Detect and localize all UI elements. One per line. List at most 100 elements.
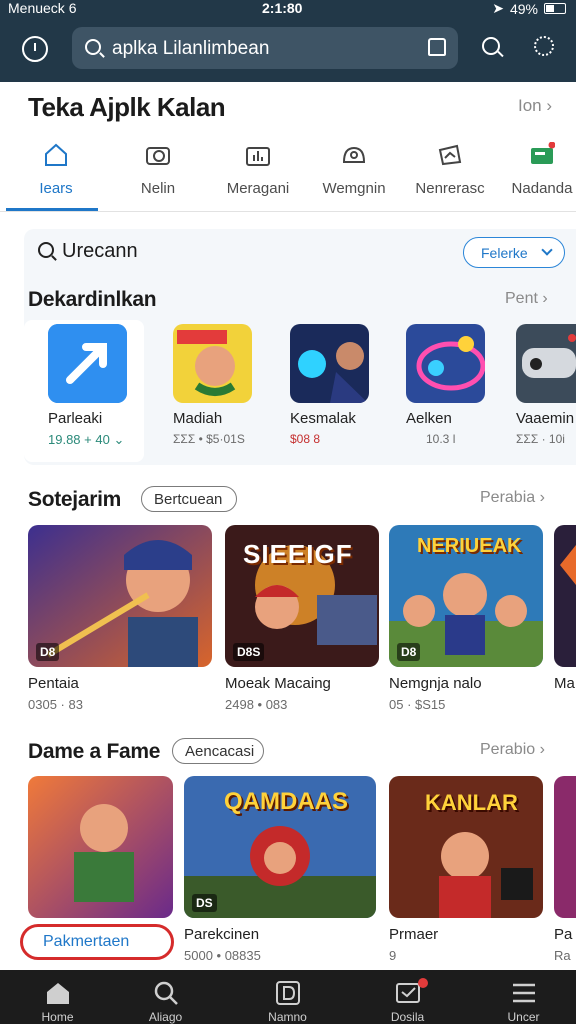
app-name: Parleaki	[48, 410, 103, 427]
app-name: Kesmalak	[290, 410, 356, 427]
section-more-link[interactable]: Perabio ›	[480, 741, 545, 759]
tab-camera[interactable]: Nelin	[110, 140, 206, 212]
app-icon-arrow[interactable]	[48, 324, 127, 403]
game-meta: 2498 • 083	[225, 697, 288, 712]
wallet-icon	[529, 141, 556, 168]
history-icon[interactable]	[22, 36, 48, 62]
game-name: Pa	[554, 926, 573, 943]
section-title: Dekardinlkan	[28, 288, 157, 311]
tab-ticket[interactable]: Nenrerasc	[402, 140, 498, 212]
loading-icon[interactable]	[534, 36, 554, 56]
tab-chart[interactable]: Meragani	[210, 140, 306, 212]
game-meta: 9	[389, 948, 397, 963]
app-name: Madiah	[173, 410, 223, 427]
game-art-text: NERIUEAK	[417, 535, 522, 557]
status-right: ➤ 49%	[492, 0, 566, 17]
nav-inbox[interactable]: Dosila	[350, 970, 465, 1024]
title-more-label: Ion	[517, 96, 542, 115]
filter-dropdown-label: Felerke	[481, 245, 528, 261]
search-input[interactable]: aplka Lilanlimbean	[112, 38, 269, 60]
search-bar[interactable]: aplka Lilanlimbean	[72, 27, 458, 69]
chevron-down-icon	[541, 244, 553, 256]
tab-label: Nadanda	[511, 180, 573, 197]
game-art-tile[interactable]: SIEEIGF D8S	[225, 525, 379, 667]
game-badge: DS	[192, 894, 217, 912]
section-more-label: Perabia	[480, 489, 536, 506]
bag-icon[interactable]	[428, 38, 446, 56]
nav-library[interactable]: Namno	[230, 970, 345, 1024]
game-meta: Ra	[554, 948, 571, 963]
section-more-label: Perabio	[480, 741, 536, 758]
bottom-nav: Home Aliago Namno Dosila Uncer	[0, 970, 576, 1024]
menu-icon	[511, 980, 537, 1006]
game-meta: 0305 · 83	[28, 697, 83, 712]
tab-label: Nenrerasc	[415, 180, 485, 197]
app-icon-hero[interactable]	[290, 324, 369, 403]
home-icon	[43, 142, 69, 168]
game-name: Nemgnja nalo	[389, 675, 482, 692]
nav-menu[interactable]: Uncer	[466, 970, 576, 1024]
game-art-tile[interactable]: D8	[28, 525, 212, 667]
game-name: Prmaer	[389, 926, 439, 943]
app-meta-value: 19.88 + 40	[48, 432, 110, 447]
battery-percent: 49%	[509, 0, 538, 17]
location-icon: ➤	[492, 0, 504, 16]
app-icon-orbit[interactable]	[406, 324, 485, 403]
nav-search[interactable]: Aliago	[108, 970, 223, 1024]
game-art-tile[interactable]	[554, 776, 576, 918]
section-more-link[interactable]: Perabia ›	[480, 489, 545, 507]
app-meta: $08 8	[290, 432, 321, 446]
inbox-icon	[395, 980, 421, 1006]
game-badge: D8S	[233, 643, 265, 661]
battery-fill	[546, 5, 554, 12]
search-button-icon[interactable]	[482, 37, 500, 55]
game-art-tile[interactable]	[28, 776, 173, 918]
search-icon	[38, 242, 54, 258]
tab-face[interactable]: Wemgnin	[306, 140, 402, 212]
tab-label: Meragani	[226, 180, 290, 197]
game-art-text: KANLAR	[425, 790, 518, 815]
chart-icon	[245, 142, 271, 168]
game-name: Pentaia	[28, 675, 79, 692]
nav-home[interactable]: Home	[0, 970, 115, 1024]
tab-wallet[interactable]: Nadanda	[494, 140, 576, 212]
nav-label: Home	[41, 1010, 74, 1024]
battery-icon	[544, 3, 566, 14]
tab-label: Iears	[39, 180, 73, 197]
notification-badge	[418, 978, 428, 988]
app-name: Vaaemin	[516, 410, 575, 427]
game-name: Parekcinen	[184, 926, 260, 943]
camera-icon	[145, 142, 171, 168]
game-name: Moeak Macaing	[225, 675, 331, 692]
tab-home[interactable]: Iears	[8, 140, 104, 212]
section-more-link[interactable]: Pent ›	[505, 290, 548, 308]
cta-button[interactable]: Pakmertaen	[20, 924, 174, 960]
carrier-label: Menueck 6	[8, 0, 77, 16]
search-icon	[153, 980, 179, 1006]
game-meta: 5000 • 08835	[184, 948, 261, 963]
nav-label: Uncer	[507, 1010, 540, 1024]
title-more-link[interactable]: Ion ›	[518, 96, 552, 116]
nav-label: Dosila	[390, 1010, 425, 1024]
game-art-text: SIEEIGF	[243, 539, 353, 569]
game-badge: D8	[36, 643, 60, 661]
card-search-label[interactable]: Urecann	[62, 240, 138, 263]
app-meta: 19.88 + 40 ⌄	[48, 432, 124, 448]
game-art-tile[interactable]: NERIUEAK D8	[389, 525, 543, 667]
game-badge: D8	[397, 643, 421, 661]
section-tag[interactable]: Bertcuean	[141, 486, 237, 512]
app-icon-game[interactable]	[173, 324, 252, 403]
game-art-tile[interactable]: KANLAR	[389, 776, 543, 918]
filter-dropdown[interactable]: Felerke	[463, 237, 565, 268]
library-icon	[275, 980, 301, 1006]
game-art-tile[interactable]: QAMDAAS DS	[184, 776, 376, 918]
nav-label: Aliago	[148, 1010, 183, 1024]
chevron-down-icon[interactable]: ⌄	[113, 432, 124, 447]
game-art-tile[interactable]	[554, 525, 576, 667]
search-icon	[85, 39, 101, 55]
section-more-label: Pent	[505, 290, 538, 307]
tab-label: Nelin	[140, 180, 176, 197]
section-tag[interactable]: Aencacasi	[172, 738, 264, 764]
app-meta: ΣΣΣ · 10i	[516, 432, 565, 446]
app-icon-controller[interactable]	[516, 324, 576, 403]
